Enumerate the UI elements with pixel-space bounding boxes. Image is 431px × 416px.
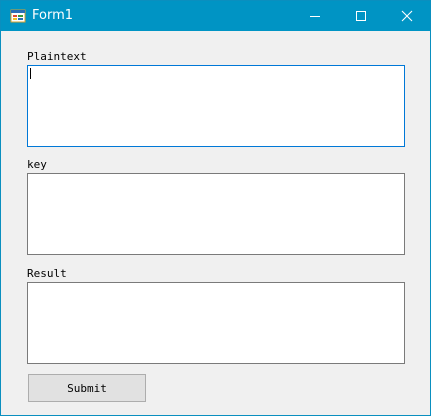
plaintext-label: Plaintext (27, 50, 87, 63)
close-button[interactable] (384, 1, 430, 31)
minimize-button[interactable] (292, 1, 338, 31)
submit-button[interactable]: Submit (28, 374, 146, 402)
minimize-icon (310, 16, 320, 17)
main-window: Form1 Plaintext key Result Submit (0, 0, 431, 416)
winforms-app-icon (10, 9, 26, 23)
key-input[interactable] (27, 173, 405, 255)
text-caret (30, 68, 31, 79)
title-bar[interactable]: Form1 (1, 1, 430, 31)
result-output[interactable] (27, 282, 405, 364)
plaintext-input[interactable] (27, 65, 405, 147)
window-title: Form1 (32, 8, 74, 23)
maximize-button[interactable] (338, 1, 384, 31)
close-icon (401, 10, 413, 22)
key-label: key (27, 158, 47, 171)
maximize-icon (356, 11, 366, 21)
result-label: Result (27, 267, 67, 280)
